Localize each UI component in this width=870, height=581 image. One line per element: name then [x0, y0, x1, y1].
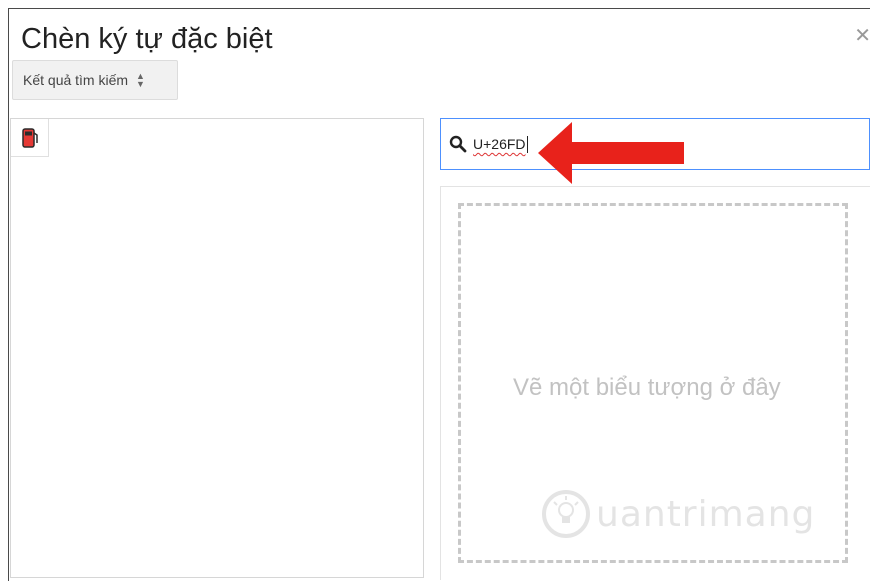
results-panel: [10, 118, 424, 578]
dialog-title: Chèn ký tự đặc biệt: [21, 23, 273, 55]
search-input-value: U+26FD: [473, 136, 526, 152]
category-dropdown[interactable]: Kết quả tìm kiếm ▲ ▼: [12, 60, 178, 100]
watermark: uantrimang: [540, 488, 815, 540]
text-caret: [526, 135, 528, 153]
category-dropdown-label: Kết quả tìm kiếm: [23, 72, 129, 88]
fuel-pump-icon: [21, 127, 38, 148]
drawing-hint: Vẽ một biểu tượng ở đây: [513, 374, 781, 401]
result-character-cell[interactable]: [11, 119, 49, 157]
red-arrow-annotation-icon: [538, 122, 684, 184]
lightbulb-logo-icon: [542, 490, 590, 538]
watermark-text: uantrimang: [596, 493, 816, 535]
search-icon: [449, 135, 467, 153]
close-icon[interactable]: ✕: [854, 23, 870, 48]
sort-arrows-icon: ▲ ▼: [136, 71, 145, 89]
